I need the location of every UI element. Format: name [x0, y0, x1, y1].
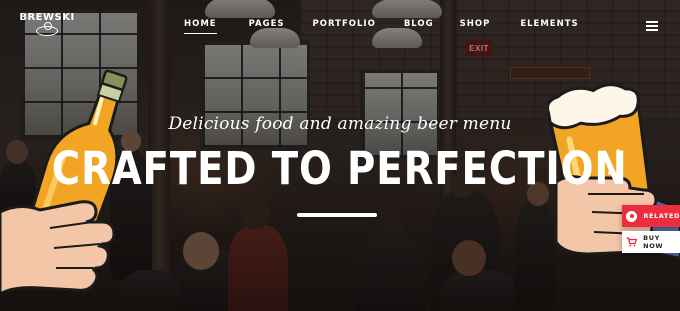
main-nav: HOME PAGES PORTFOLIO BLOG SHOP ELEMENTS [178, 19, 579, 34]
hero-title: CRAFTED TO PERFECTION [51, 142, 628, 195]
site-header: BREWSKI HOME PAGES PORTFOLIO BLOG SHOP E… [0, 0, 680, 50]
target-icon [626, 210, 638, 222]
hamburger-icon[interactable] [646, 21, 658, 31]
buy-now-label: BUY NOW [643, 234, 664, 250]
nav-item-portfolio[interactable]: PORTFOLIO [313, 19, 376, 29]
nav-item-home[interactable]: HOME [184, 19, 217, 34]
related-button[interactable]: RELATED [622, 205, 680, 227]
related-label: RELATED [643, 212, 680, 220]
nav-item-elements[interactable]: ELEMENTS [520, 19, 578, 29]
nav-item-blog[interactable]: BLOG [404, 19, 434, 29]
nav-item-shop[interactable]: SHOP [460, 19, 491, 29]
buy-now-button[interactable]: BUY NOW [622, 231, 680, 253]
logo-mark-icon [36, 22, 58, 36]
brand-logo[interactable]: BREWSKI [19, 12, 74, 42]
cart-icon [626, 236, 638, 248]
hero-divider [297, 213, 377, 217]
nav-item-pages[interactable]: PAGES [249, 19, 285, 29]
hero-subtitle: Delicious food and amazing beer menu [168, 114, 512, 134]
